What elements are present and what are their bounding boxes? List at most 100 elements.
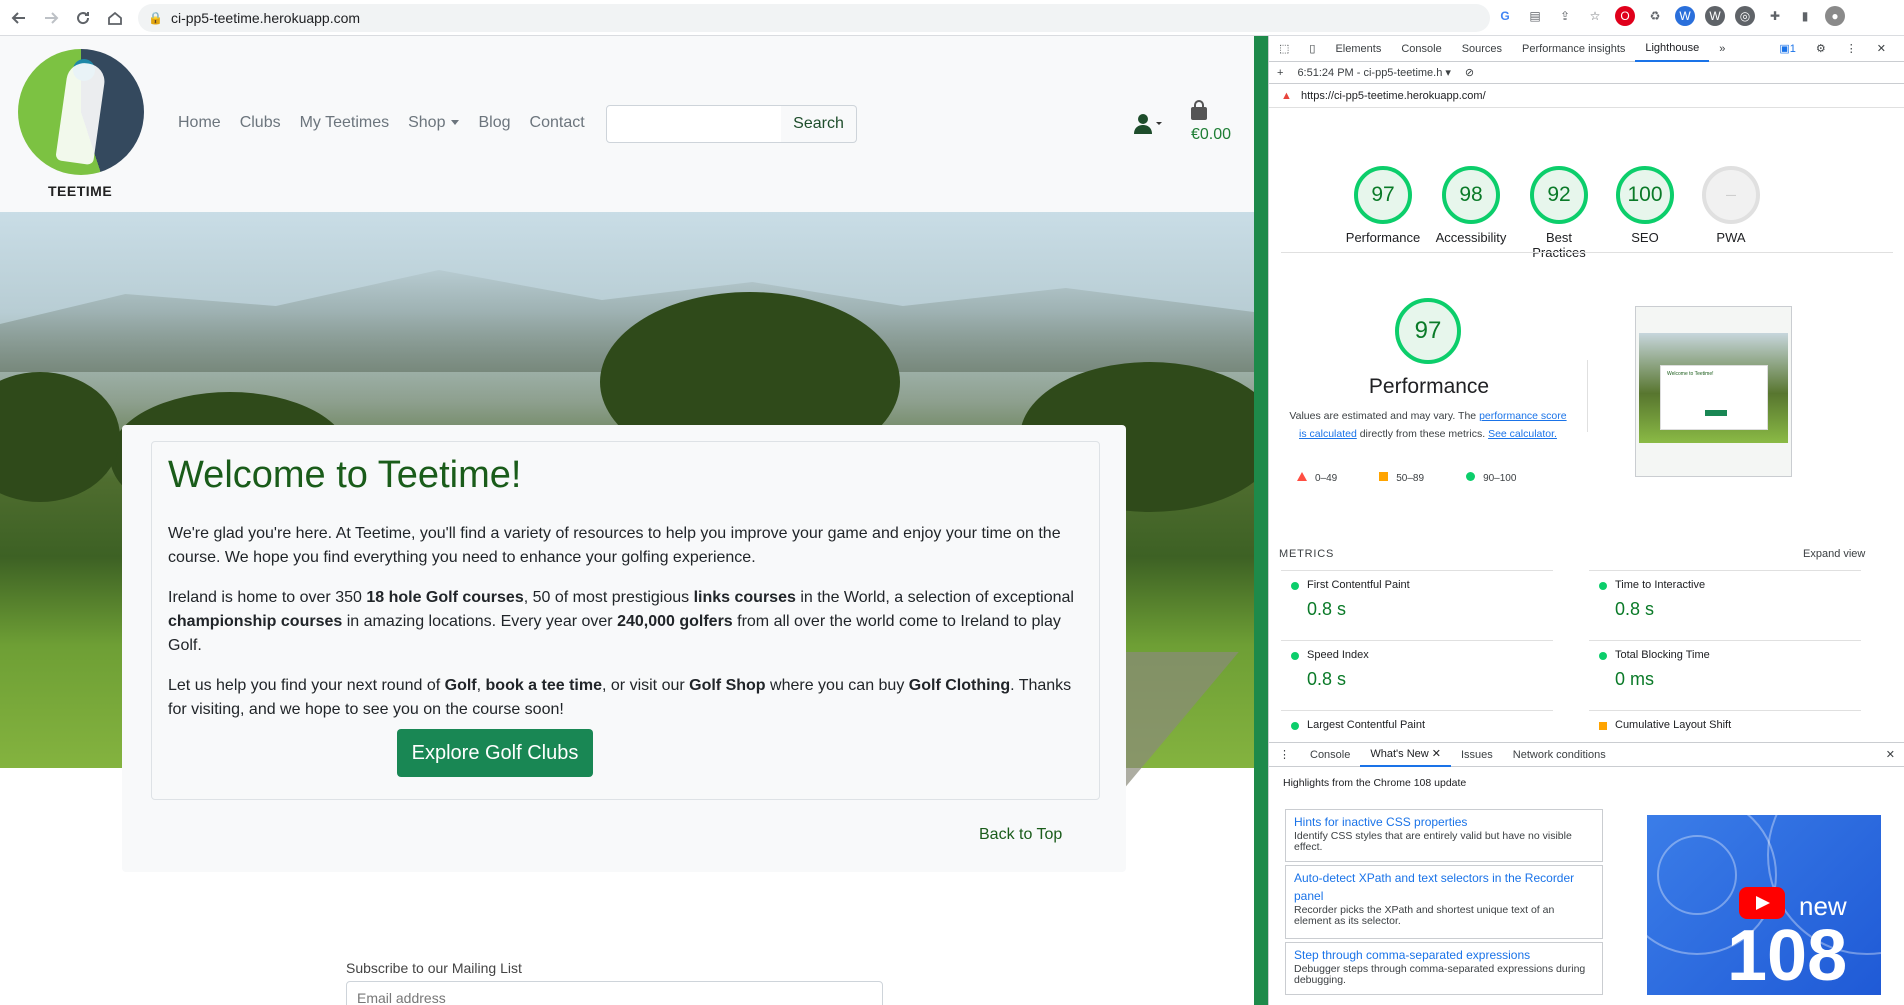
tab-sources[interactable]: Sources [1452,36,1512,62]
gauge-seo[interactable]: 100 SEO [1595,166,1695,245]
chevron-down-icon [451,120,460,126]
search-input[interactable] [606,105,782,143]
nav-contact[interactable]: Contact [530,114,585,132]
good-dot-icon [1599,652,1607,660]
drawer-tab-issues[interactable]: Issues [1451,743,1503,767]
cart-total[interactable]: €0.00 [1191,126,1231,144]
good-dot-icon [1291,652,1299,660]
tab-console[interactable]: Console [1391,36,1451,62]
bookmark-star-icon[interactable]: ☆ [1585,6,1605,26]
issues-badge[interactable]: ▣ 1 [1769,36,1806,62]
main-nav: Home Clubs My Teetimes Shop Blog Contact [178,114,585,132]
explore-golf-clubs-button[interactable]: Explore Golf Clubs [397,729,593,777]
golfer-logo-icon[interactable] [18,49,144,175]
email-field[interactable]: Email address [346,981,883,1005]
tab-elements[interactable]: Elements [1325,36,1391,62]
close-tab-icon[interactable]: ✕ [1432,747,1441,760]
nav-my-teetimes[interactable]: My Teetimes [300,114,390,132]
side-panel-icon[interactable]: ▮ [1795,6,1815,26]
metric-tti: Time to Interactive 0.8 s [1589,570,1861,636]
page-screenshot-thumbnail[interactable]: Welcome to Teetime! [1635,306,1792,477]
home-icon[interactable] [102,5,128,31]
search-button[interactable]: Search [781,105,857,143]
performance-big-gauge: 97 [1395,298,1461,364]
close-devtools-icon[interactable]: ✕ [1867,36,1896,62]
performance-title: Performance [1368,375,1490,398]
legend-poor: 0–49 [1297,472,1337,484]
gauge-seo-label: SEO [1631,230,1659,245]
opera-extension-icon[interactable]: O [1615,6,1635,26]
tab-lighthouse[interactable]: Lighthouse [1635,36,1710,62]
welcome-title: Welcome to Teetime! [168,454,522,496]
nav-shop[interactable]: Shop [408,114,460,132]
gauge-accessibility-label: Accessibility [1435,230,1507,245]
report-url: ▲ https://ci-pp5-teetime.herokuapp.com/ [1269,84,1904,108]
forward-icon[interactable] [38,5,64,31]
gauge-accessibility-score: 98 [1442,166,1500,224]
metric-tbt: Total Blocking Time 0 ms [1589,640,1861,706]
profile-avatar-icon[interactable]: ● [1825,6,1845,26]
intro-paragraph: We're glad you're here. At Teetime, you'… [168,525,1061,566]
shopping-bag-icon[interactable] [1189,100,1209,122]
drawer-tab-network-conditions[interactable]: Network conditions [1503,743,1616,767]
score-gauges: 97 Performance 98 Accessibility 92 Best … [1269,124,1904,264]
gauge-performance[interactable]: 97 Performance [1333,166,1433,245]
recycle-extension-icon[interactable]: ♻ [1645,6,1665,26]
reading-mode-icon[interactable]: ▤ [1525,6,1545,26]
pwa-icon: — [1702,166,1760,224]
news-item[interactable]: Hints for inactive CSS properties Identi… [1285,809,1603,862]
more-options-icon[interactable]: ⋮ [1836,36,1867,62]
address-bar[interactable]: 🔒 ci-pp5-teetime.herokuapp.com [138,4,1490,32]
score-legend: 0–49 50–89 90–100 [1297,472,1516,484]
more-tabs-icon[interactable]: » [1709,36,1735,62]
report-url-text: https://ci-pp5-teetime.herokuapp.com/ [1301,89,1486,102]
news-image-number: 108 [1727,916,1848,995]
close-drawer-icon[interactable]: ✕ [1876,743,1904,767]
nav-shop-label: Shop [408,114,446,131]
globe-extension-icon[interactable]: ◎ [1735,6,1755,26]
legend-average: 50–89 [1379,472,1424,484]
devtools-panel: ⬚ ▯ Elements Console Sources Performance… [1268,36,1904,1005]
gauge-best-practices[interactable]: 92 Best Practices [1509,166,1609,260]
nav-home[interactable]: Home [178,114,221,132]
ireland-paragraph: Ireland is home to over 350 18 hole Golf… [168,589,1074,654]
page-scrollbar[interactable] [1254,36,1268,1005]
share-icon[interactable]: ⇪ [1555,6,1575,26]
logo-text: TEETIME [48,183,113,199]
nav-clubs[interactable]: Clubs [240,114,281,132]
drawer-tab-console[interactable]: Console [1300,743,1360,767]
new-report-icon[interactable]: + [1277,67,1283,79]
mailing-list-label: Subscribe to our Mailing List [346,960,522,976]
back-to-top-link[interactable]: Back to Top [979,826,1062,844]
expand-view-toggle[interactable]: Expand view [1803,548,1865,560]
whats-new-video-thumbnail[interactable]: new 108 [1647,815,1881,995]
metrics-heading: METRICS [1279,548,1335,560]
lock-icon[interactable]: 🔒 [148,11,163,25]
back-icon[interactable] [6,5,32,31]
user-account-icon[interactable] [1134,113,1164,135]
report-time: 6:51:24 PM - ci-pp5-teetime.h [1297,67,1443,79]
wordpress-extension-icon[interactable]: W [1705,6,1725,26]
square-icon [1379,472,1389,481]
clear-reports-icon[interactable]: ⊘ [1465,66,1474,79]
settings-gear-icon[interactable]: ⚙ [1806,36,1836,62]
good-dot-icon [1599,582,1607,590]
wappalyzer-extension-icon[interactable]: W [1675,6,1695,26]
inspect-element-icon[interactable]: ⬚ [1269,36,1299,62]
google-icon[interactable]: G [1495,6,1515,26]
nav-blog[interactable]: Blog [478,114,510,132]
metric-speed-index: Speed Index 0.8 s [1281,640,1553,706]
site-header: TEETIME Home Clubs My Teetimes Shop Blog… [0,36,1254,212]
device-toolbar-icon[interactable]: ▯ [1299,36,1325,62]
see-calculator-link[interactable]: See calculator. [1488,428,1557,440]
news-item[interactable]: Auto-detect XPath and text selectors in … [1285,865,1603,939]
drawer-menu-icon[interactable]: ⋮ [1269,743,1300,767]
report-selector[interactable]: 6:51:24 PM - ci-pp5-teetime.h ▾ [1297,66,1450,79]
tab-performance-insights[interactable]: Performance insights [1512,36,1635,62]
news-item[interactable]: Step through comma-separated expressions… [1285,942,1603,995]
puzzle-extensions-icon[interactable]: ✚ [1765,6,1785,26]
gauge-pwa[interactable]: — PWA [1681,166,1781,245]
reload-icon[interactable] [70,5,96,31]
drawer-tab-whats-new[interactable]: What's New ✕ [1360,743,1451,767]
gauge-accessibility[interactable]: 98 Accessibility [1421,166,1521,245]
